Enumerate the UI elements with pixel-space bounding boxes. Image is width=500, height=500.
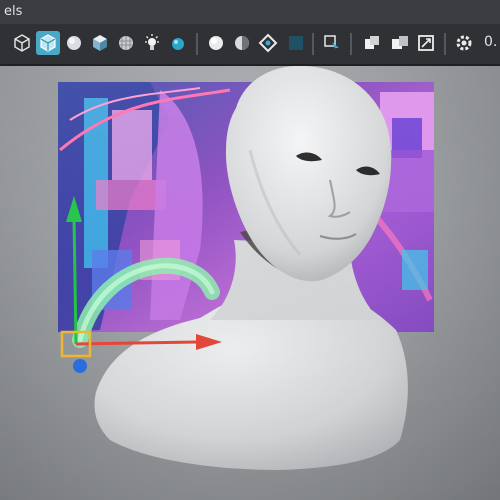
sphere-textured-icon[interactable] [114, 31, 138, 55]
cube-shaded-icon[interactable] [88, 31, 112, 55]
select-arrow-icon[interactable] [320, 31, 344, 55]
toolbar-divider [350, 33, 352, 55]
z-axis-handle[interactable] [73, 359, 87, 373]
x-axis-handle[interactable] [75, 340, 199, 346]
sphere-blue-icon[interactable] [166, 31, 190, 55]
sphere-icon[interactable] [62, 31, 86, 55]
grid-square-icon[interactable] [284, 31, 308, 55]
isolate-diamond-icon[interactable] [256, 31, 280, 55]
cube-wireframe-icon[interactable] [10, 31, 34, 55]
layout-single-icon[interactable] [360, 31, 384, 55]
toolbar-divider [196, 33, 198, 55]
3d-viewport[interactable] [0, 66, 500, 500]
toolbar-divider [312, 33, 314, 55]
menu-label[interactable]: els [4, 4, 22, 19]
shelf-value-text: 0. [484, 34, 498, 50]
gear-icon[interactable] [452, 31, 476, 55]
shelf-toolbar: 0. [0, 24, 500, 66]
shading-split-sphere-icon[interactable] [230, 31, 254, 55]
y-axis-handle[interactable] [72, 217, 78, 345]
maya-viewport-screen: els 0. [0, 0, 500, 500]
shading-sphere-icon[interactable] [204, 31, 228, 55]
light-bulb-icon[interactable] [140, 31, 164, 55]
layout-double-icon[interactable] [388, 31, 412, 55]
cube-selected-icon[interactable] [36, 31, 60, 55]
toolbar-divider [444, 33, 446, 55]
menu-bar: els [0, 0, 500, 24]
camera-frame-icon[interactable] [414, 31, 438, 55]
